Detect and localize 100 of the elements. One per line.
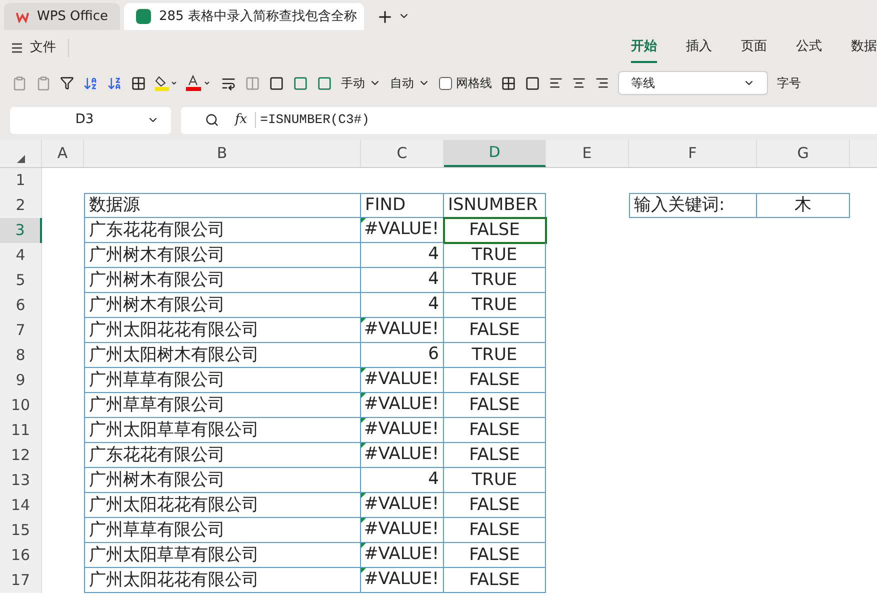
logo-icon — [16, 10, 29, 22]
table-cell-text: 4 — [428, 243, 439, 266]
error-indicator-icon — [361, 443, 366, 448]
table-cell-text: #VALUE! — [364, 368, 439, 392]
row-header[interactable]: 16 — [0, 543, 42, 568]
table-cell: 广东花花有限公司 — [89, 222, 225, 238]
table-cell: TRUE — [472, 246, 518, 264]
sort-descending-icon[interactable] — [107, 76, 122, 90]
filter-icon[interactable] — [60, 76, 74, 90]
ribbon-tab[interactable]: 公式 — [796, 33, 822, 63]
column-header[interactable]: B — [84, 140, 361, 167]
menu-icon[interactable] — [12, 43, 22, 53]
align-left-icon[interactable] — [549, 76, 563, 90]
table-cell-text: #VALUE! — [364, 568, 439, 592]
error-indicator-icon — [361, 518, 366, 523]
table-cell: 输入关键词: — [634, 197, 725, 214]
table-cell: FALSE — [469, 396, 520, 414]
sort-ascending-icon[interactable] — [83, 76, 98, 90]
error-indicator-icon — [361, 543, 366, 548]
table-cell: 广州太阳树木有限公司 — [89, 346, 259, 364]
wrap-text-icon[interactable] — [221, 76, 236, 90]
ribbon-tab[interactable]: 页面 — [741, 33, 767, 63]
ribbon-tab[interactable]: 数据 — [851, 33, 877, 63]
table-cell: 广州树木有限公司 — [89, 296, 225, 314]
table-cell: FALSE — [469, 422, 520, 438]
table-cell-text: #VALUE! — [364, 543, 439, 566]
column-header[interactable]: E — [546, 140, 629, 167]
table-style-icon[interactable] — [501, 76, 516, 90]
table-cell: FALSE — [469, 496, 520, 514]
formula-field[interactable]: =ISNUMBER(C3#) — [260, 110, 370, 130]
error-indicator-icon — [361, 568, 366, 573]
table-cell: FALSE — [469, 572, 520, 588]
table-cell-text: #VALUE! — [364, 493, 439, 516]
document-tab[interactable]: WPS Office — [4, 3, 120, 30]
table-cell: 广州草草有限公司 — [89, 396, 225, 414]
row-header[interactable]: 7 — [0, 318, 42, 343]
row-header[interactable]: 15 — [0, 518, 42, 543]
fill-color-icon[interactable] — [155, 75, 177, 91]
column-header[interactable]: A — [42, 140, 84, 167]
table-cell: 广州树木有限公司 — [89, 472, 225, 488]
align-right-icon[interactable] — [595, 76, 609, 90]
table-cell: FALSE — [469, 546, 520, 564]
select-all-icon[interactable] — [16, 155, 24, 163]
table-cell: FALSE — [469, 446, 520, 464]
font-size-label: 字号 — [777, 75, 801, 92]
row-header[interactable]: 11 — [0, 418, 42, 443]
ribbon-tab[interactable]: 插入 — [686, 33, 712, 63]
table-cell: FALSE — [469, 372, 520, 388]
table-cell-text: 6 — [428, 343, 439, 366]
cell-reference-box[interactable]: D3 — [10, 106, 171, 134]
table-cell-text: #VALUE! — [364, 443, 439, 466]
table-cell: 数据源 — [89, 197, 140, 214]
row-header[interactable]: 1 — [0, 168, 42, 193]
table-cell: TRUE — [472, 472, 518, 488]
row-header[interactable]: 10 — [0, 393, 42, 418]
font-select[interactable]: 等线 — [618, 71, 768, 95]
row-header[interactable]: 3 — [0, 218, 42, 243]
row-header[interactable]: 14 — [0, 493, 42, 518]
function-label[interactable]: fx — [235, 110, 248, 130]
zoom-icon[interactable] — [205, 113, 219, 127]
table-cell: 广州树木有限公司 — [89, 272, 225, 288]
row-header[interactable]: 8 — [0, 343, 42, 368]
row-header[interactable]: 6 — [0, 293, 42, 318]
table-cell: 广州太阳草草有限公司 — [89, 422, 259, 438]
table-cell: 木 — [794, 197, 812, 214]
font-color-icon[interactable] — [186, 75, 212, 91]
row-header[interactable]: 2 — [0, 193, 42, 218]
table-cell: 广州树木有限公司 — [89, 246, 225, 264]
spreadsheet-icon — [136, 9, 151, 24]
table-cell: FALSE — [469, 322, 520, 338]
ribbon-tab[interactable]: 开始 — [631, 33, 657, 63]
new-tab-icon[interactable] — [376, 8, 394, 26]
row-header[interactable]: 9 — [0, 368, 42, 393]
row-header[interactable]: 4 — [0, 243, 42, 268]
table-cell-text: 4 — [428, 468, 439, 492]
table-cell-text: 4 — [428, 268, 439, 292]
row-header[interactable]: 12 — [0, 443, 42, 468]
table-cell: FIND — [365, 197, 406, 214]
tab-title: 285 表格中录入简称查找包含全称 — [159, 8, 357, 26]
tab-title: WPS Office — [36, 8, 108, 26]
border-icon[interactable] — [131, 76, 146, 90]
column-header[interactable]: D — [444, 140, 546, 167]
column-width-dropdown[interactable]: 自动 — [390, 74, 430, 92]
row-header[interactable]: 17 — [0, 568, 42, 593]
file-menu[interactable]: 文件 — [30, 38, 56, 58]
table-cell: FALSE — [469, 222, 520, 238]
row-header[interactable]: 5 — [0, 268, 42, 293]
error-indicator-icon — [361, 318, 366, 323]
column-header[interactable]: G — [757, 140, 850, 167]
align-center-icon[interactable] — [572, 76, 586, 90]
error-indicator-icon — [361, 418, 366, 423]
column-header[interactable]: F — [629, 140, 757, 167]
table-cell: TRUE — [472, 346, 518, 364]
row-height-dropdown[interactable]: 手动 — [341, 74, 381, 92]
document-tab[interactable]: 285 表格中录入简称查找包含全称 — [124, 3, 364, 30]
table-cell: TRUE — [472, 272, 518, 288]
table-cell: FALSE — [469, 522, 520, 538]
table-cell: 广州太阳花花有限公司 — [89, 322, 259, 338]
row-header[interactable]: 13 — [0, 468, 42, 493]
gridlines-checkbox[interactable]: 网格线 — [439, 74, 492, 92]
